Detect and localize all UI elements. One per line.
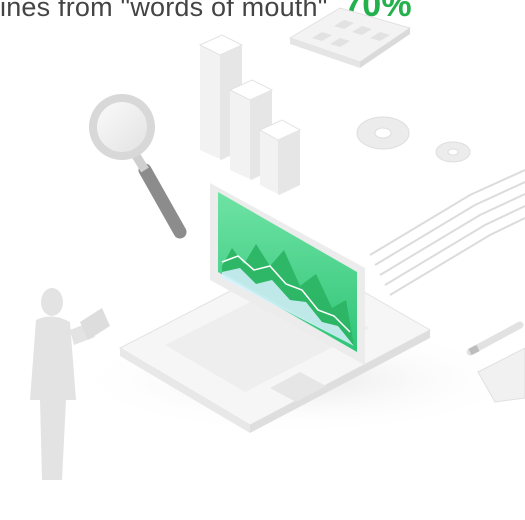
pen-icon bbox=[466, 321, 524, 356]
calculator-icon bbox=[288, 7, 412, 68]
analytics-illustration bbox=[30, 7, 525, 480]
circuit-lines bbox=[369, 169, 525, 296]
gear-icon bbox=[356, 116, 471, 163]
magnifying-glass-icon bbox=[89, 94, 187, 239]
bar-chart-blocks bbox=[198, 34, 302, 195]
